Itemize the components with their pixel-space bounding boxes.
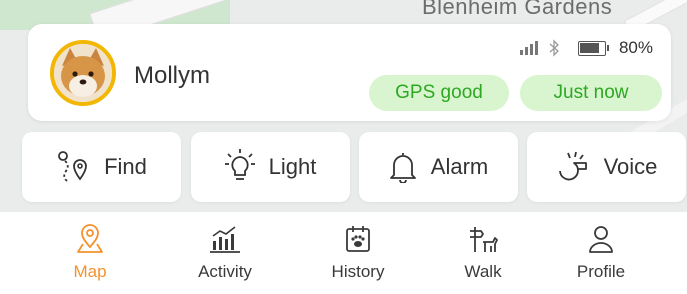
action-bar: Find Light Alarm Voice	[22, 132, 687, 202]
battery-icon	[577, 40, 609, 56]
tab-profile-label: Profile	[576, 262, 626, 281]
lightbulb-icon	[224, 149, 255, 180]
user-icon	[589, 226, 613, 253]
map-pin-icon	[77, 224, 103, 253]
tab-walk-label: Walk	[464, 262, 502, 281]
voice-button-label: Voice	[603, 154, 658, 179]
calendar-paw-icon	[346, 226, 370, 252]
find-button[interactable]: Find	[22, 132, 181, 202]
tab-walk[interactable]: Walk	[433, 224, 533, 282]
light-button[interactable]: Light	[191, 132, 350, 202]
tab-map-label: Map	[73, 262, 107, 281]
whistle-icon	[558, 151, 587, 181]
gps-status-badge: GPS good	[369, 75, 509, 111]
bell-icon	[389, 153, 416, 183]
signal-icon	[519, 41, 538, 55]
voice-button[interactable]: Voice	[527, 132, 686, 202]
map-place-label: Blenheim Gardens	[422, 0, 613, 19]
alarm-button[interactable]: Alarm	[359, 132, 518, 202]
route-pin-icon	[58, 151, 87, 182]
tab-activity[interactable]: Activity	[175, 224, 275, 282]
pet-avatar[interactable]	[50, 40, 116, 106]
tab-activity-label: Activity	[198, 262, 252, 281]
bottom-tab-bar: Map Activity History Walk Profile	[0, 212, 687, 294]
dog-face-icon	[54, 44, 112, 102]
tab-profile[interactable]: Profile	[551, 224, 651, 282]
bar-chart-icon	[210, 226, 240, 253]
device-status: 80%	[519, 38, 653, 58]
dog-signpost-icon	[470, 227, 498, 252]
bluetooth-icon	[549, 39, 559, 57]
find-button-label: Find	[104, 154, 147, 179]
pet-name: Mollym	[134, 62, 210, 89]
last-update-badge: Just now	[520, 75, 662, 111]
battery-percent: 80%	[618, 38, 653, 57]
tab-history-label: History	[331, 262, 385, 281]
alarm-button-label: Alarm	[430, 154, 489, 179]
tab-history[interactable]: History	[308, 224, 408, 282]
tab-map[interactable]: Map	[40, 224, 140, 282]
pet-status-card[interactable]: Mollym 80% GPS good Just now	[28, 24, 671, 121]
light-button-label: Light	[268, 154, 317, 179]
